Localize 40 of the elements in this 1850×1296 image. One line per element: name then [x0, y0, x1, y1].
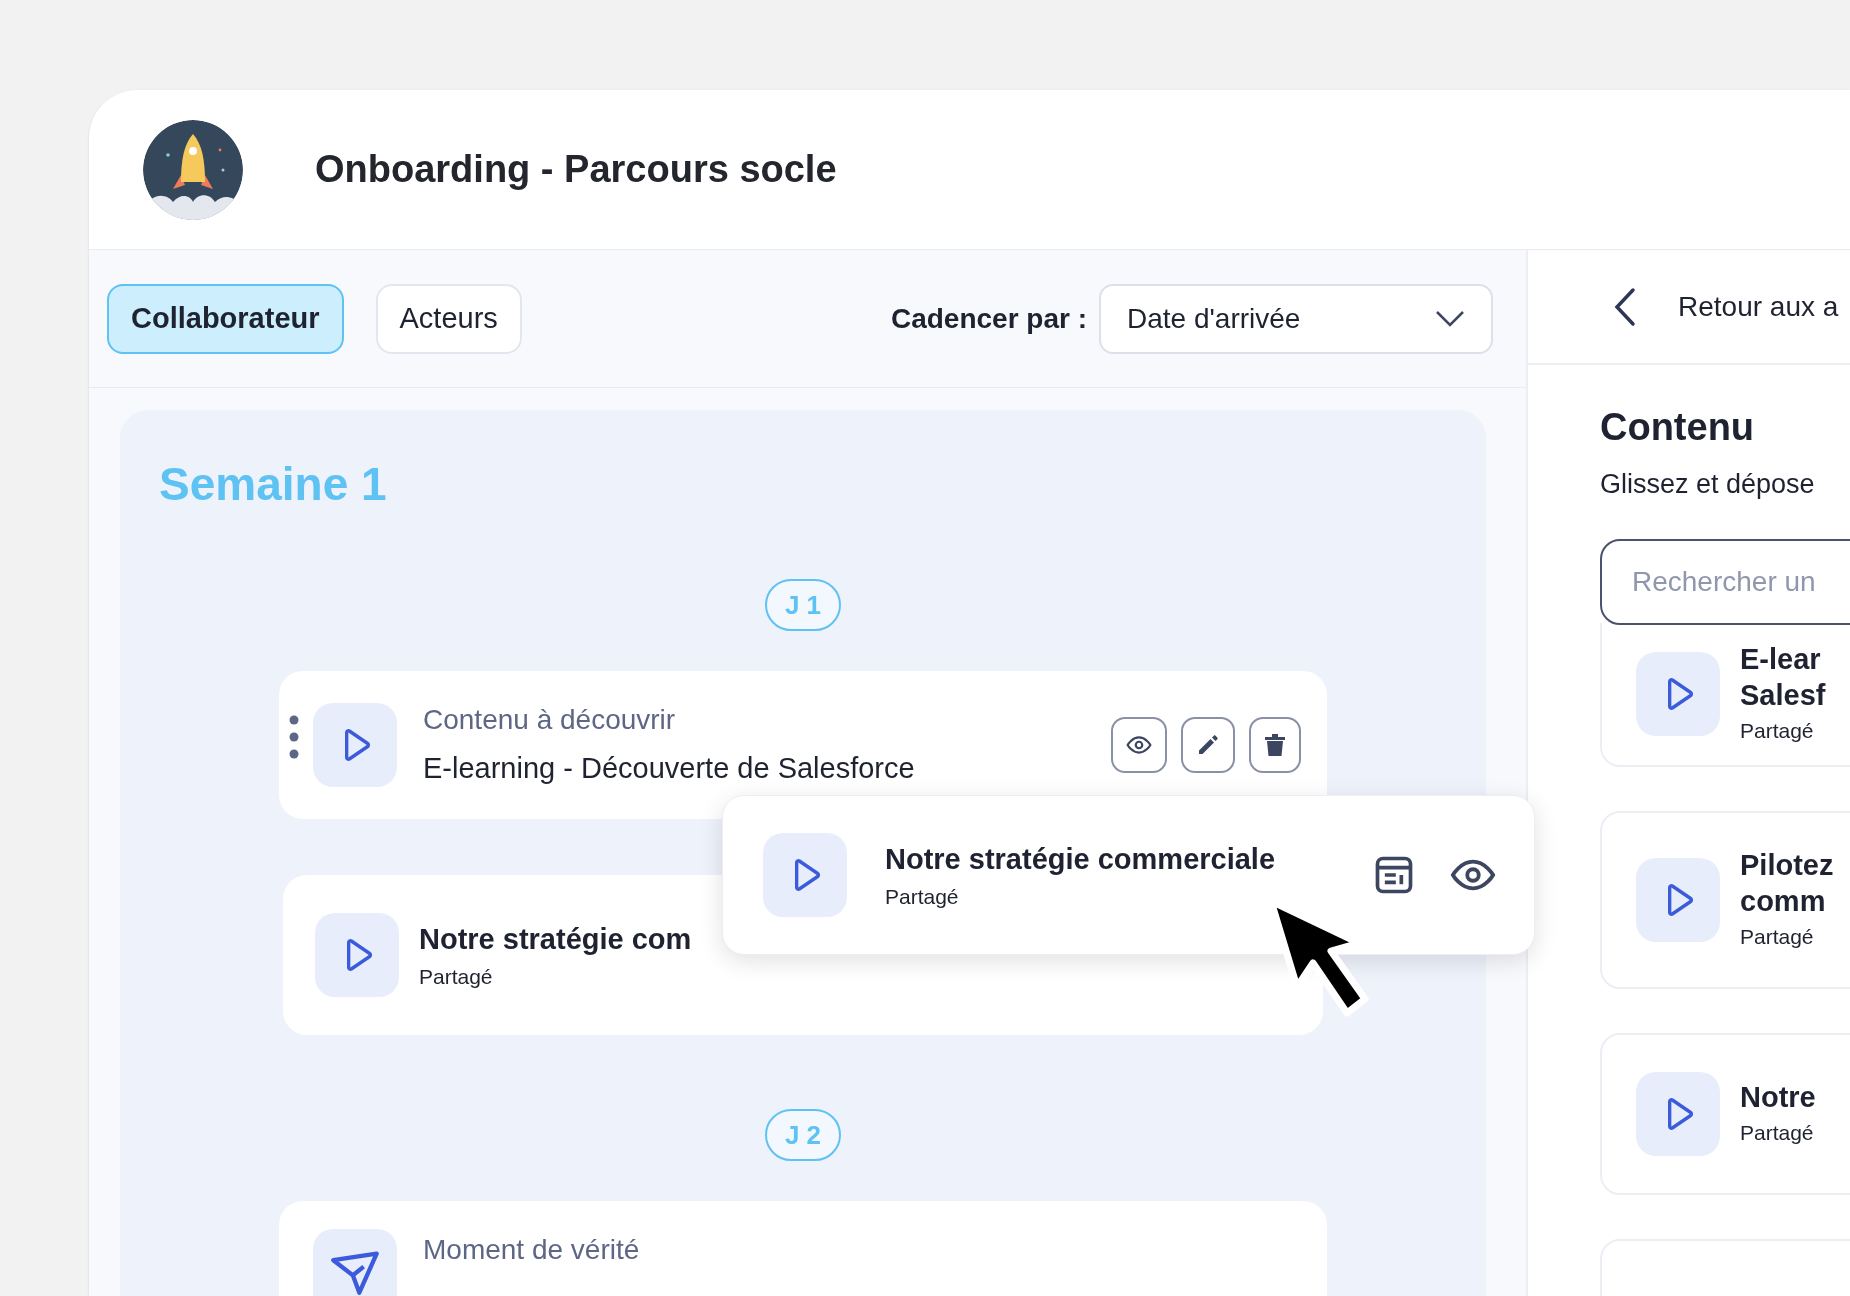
content-title: Notre stratégie com [419, 921, 692, 957]
tab[interactable]: Collaborateur [107, 283, 344, 354]
content-title: Pilotez [1740, 847, 1834, 883]
pencil-icon [1196, 733, 1220, 757]
day-pill: J 1 [765, 579, 841, 631]
day-pill: J 2 [765, 1109, 841, 1161]
chevron-down-icon [1435, 309, 1465, 328]
cadence-label: Cadencer par : [890, 301, 1087, 336]
step-category: Moment de vérité [423, 1233, 640, 1267]
step-card[interactable]: Moment de vérité [279, 1201, 1327, 1296]
step-card[interactable]: Contenu à découvrir E-learning - Découverte de Salesforce [279, 671, 1327, 819]
panel-title: Contenu [1600, 405, 1756, 450]
edit-button[interactable] [1181, 717, 1235, 773]
panel-subtitle: Glissez et dépose [1600, 468, 1816, 501]
content-title: E-lear [1740, 641, 1822, 677]
content-status: Partagé [885, 884, 960, 910]
content-title: Salesf [1740, 677, 1826, 713]
page-title: Onboarding - Parcours socle [315, 147, 837, 192]
tab[interactable]: Acteurs [375, 283, 522, 354]
dragged-card[interactable]: Notre stratégie commerciale Partagé [722, 795, 1535, 955]
content-title: Notre stratégie commerciale [885, 841, 1276, 877]
content-title: Notre [1740, 1079, 1816, 1115]
content-status: Partagé [1740, 717, 1815, 744]
content-card[interactable]: E-lear Salesf Partagé [1600, 622, 1850, 767]
content-status: Partagé [1740, 1119, 1815, 1146]
content-card[interactable]: Pilotez comm Partagé [1600, 810, 1850, 989]
step-title: E-learning - Découverte de Salesforce [423, 751, 915, 787]
step-category: Contenu à découvrir [423, 703, 677, 738]
week-title: Semaine 1 [159, 457, 387, 512]
back-link[interactable]: Retour aux a [1678, 285, 1839, 328]
search-field[interactable]: Rechercher un [1600, 538, 1850, 625]
content-title: comm [1740, 883, 1827, 919]
delete-button[interactable] [1249, 717, 1301, 773]
trash-icon [1264, 733, 1286, 757]
content-status: Partagé [419, 964, 494, 990]
view-button[interactable] [1111, 717, 1167, 773]
content-status: Partagé [1740, 923, 1815, 950]
content-card[interactable]: Notre Partagé [1600, 1032, 1850, 1195]
cadence-dropdown[interactable]: Date d'arrivée [1099, 283, 1493, 354]
drag-handle-icon [289, 715, 299, 759]
